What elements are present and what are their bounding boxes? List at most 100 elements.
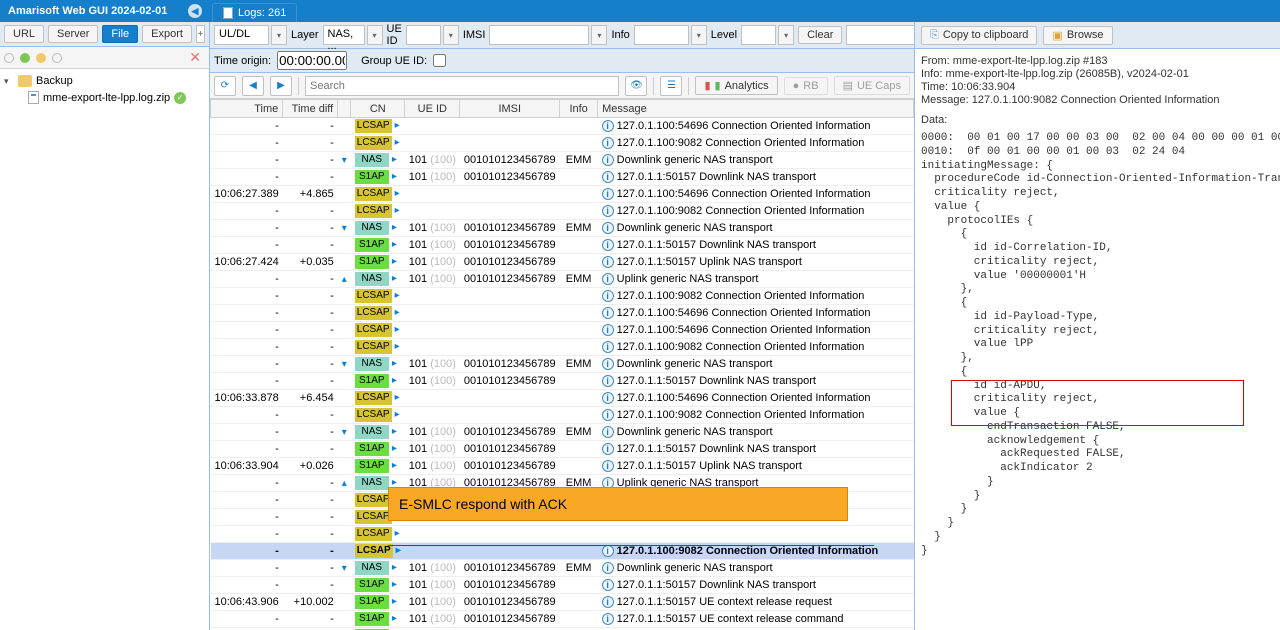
info-icon: i	[602, 307, 614, 319]
table-row[interactable]: 10:06:33.878+6.454LCSAP ▸i127.0.1.100:54…	[211, 390, 914, 407]
chevron-down-icon: ▾	[691, 25, 707, 45]
info-icon: i	[602, 375, 614, 387]
browse-button[interactable]: ▣ Browse	[1043, 26, 1112, 45]
next-icon[interactable]: ▶	[270, 76, 292, 96]
rb-button[interactable]: ● RB	[784, 77, 828, 95]
table-row[interactable]: --S1AP ▸101 (100)001010123456789i127.0.1…	[211, 373, 914, 390]
file-icon	[223, 7, 233, 19]
status-dot-icon	[4, 53, 14, 63]
table-row[interactable]: --S1AP ▸101 (100)001010123456789i127.0.1…	[211, 169, 914, 186]
table-row[interactable]: --LCSAP ▸i127.0.1.100:9082 Connection Or…	[211, 135, 914, 152]
tree-backup-node[interactable]: ▾ Backup	[2, 73, 207, 89]
chevron-right-icon: ▸	[392, 239, 397, 250]
chevron-right-icon: ▸	[392, 613, 397, 624]
info-icon: i	[602, 392, 614, 404]
col-info[interactable]: Info	[560, 100, 598, 118]
table-row[interactable]: --LCSAP ▸i127.0.1.100:54696 Connection O…	[211, 305, 914, 322]
chevron-right-icon: ▸	[395, 341, 400, 352]
col-time[interactable]: Time	[211, 100, 283, 118]
preset-combo[interactable]: ▾	[846, 25, 915, 45]
info-icon: i	[602, 171, 614, 183]
info-icon: i	[602, 426, 614, 438]
col-dir[interactable]	[338, 100, 351, 118]
menu-icon[interactable]: ☰	[660, 76, 682, 96]
log-panel: UL/DL▾ Layer NAS, ...▾ UE ID ▾ IMSI ▾ In…	[210, 22, 915, 630]
table-row[interactable]: --▾NAS ▸101 (100)001010123456789EMMiDown…	[211, 560, 914, 577]
add-small-icon[interactable]: +	[196, 25, 205, 43]
col-timediff[interactable]: Time diff	[283, 100, 338, 118]
gray-dot-icon	[52, 53, 62, 63]
chevron-right-icon: ▸	[392, 596, 397, 607]
clear-button[interactable]: Clear	[798, 26, 842, 44]
url-button[interactable]: URL	[4, 25, 44, 43]
time-origin-input[interactable]	[277, 51, 347, 70]
search-input[interactable]	[305, 76, 619, 96]
table-row[interactable]: --LCSAP ▸i127.0.1.100:9082 Connection Or…	[211, 407, 914, 424]
info-icon: i	[602, 120, 614, 132]
table-row[interactable]: --▾NAS ▸101 (100)001010123456789EMMiDown…	[211, 152, 914, 169]
binoculars-icon[interactable]: 👁	[625, 76, 647, 96]
table-row[interactable]: --LCSAP ▸i127.0.1.100:54696 Connection O…	[211, 322, 914, 339]
table-row[interactable]: --S1AP ▸101 (100)001010123456789i127.0.1…	[211, 237, 914, 254]
table-row[interactable]: 10:06:33.904+0.026S1AP ▸101 (100)0010101…	[211, 458, 914, 475]
info-combo[interactable]: ▾	[634, 25, 707, 45]
refresh-icon[interactable]: ⟳	[214, 76, 236, 96]
sidebar: URL Server File Export + ✕ ▾ Backup	[0, 22, 210, 630]
level-combo[interactable]: ▾	[741, 25, 794, 45]
chevron-right-icon: ▸	[392, 460, 397, 471]
uldl-combo[interactable]: UL/DL▾	[214, 25, 287, 45]
check-icon: ✓	[174, 92, 186, 104]
level-label: Level	[711, 29, 737, 41]
table-row[interactable]: 10:06:43.906+10.002S1AP ▸101 (100)001010…	[211, 594, 914, 611]
table-row[interactable]: --S1AP ▸101 (100)001010123456789i127.0.1…	[211, 611, 914, 628]
uecaps-button[interactable]: ▤ UE Caps	[834, 76, 910, 95]
table-row[interactable]: --LCSAP ▸i127.0.1.100:9082 Connection Or…	[211, 203, 914, 220]
table-row[interactable]: --▾NAS ▸101 (100)001010123456789EMMiDown…	[211, 220, 914, 237]
close-icon[interactable]: ✕	[185, 49, 205, 66]
table-row[interactable]: --LCSAP ▸i127.0.1.100:54696 Connection O…	[211, 118, 914, 135]
file-button[interactable]: File	[102, 25, 138, 43]
analytics-button[interactable]: ▮▮ Analytics	[695, 76, 777, 95]
group-ueid-checkbox[interactable]	[433, 54, 446, 67]
folder-icon: ▣	[1052, 29, 1062, 42]
layer-combo[interactable]: NAS, ...▾	[323, 25, 383, 45]
table-row[interactable]: 10:06:27.424+0.035S1AP ▸101 (100)0010101…	[211, 254, 914, 271]
copy-button[interactable]: ⎘ Copy to clipboard	[921, 26, 1037, 45]
prev-icon[interactable]: ◀	[242, 76, 264, 96]
circle-icon: ●	[793, 80, 800, 92]
col-ueid[interactable]: UE ID	[405, 100, 460, 118]
export-button[interactable]: Export	[142, 25, 192, 43]
imsi-combo[interactable]: ▾	[489, 25, 607, 45]
table-row[interactable]: --S1AP ▸101 (100)001010123456789i127.0.1…	[211, 577, 914, 594]
direction-icon: ▾	[342, 427, 347, 438]
table-row[interactable]: --LCSAP ▸i127.0.1.100:9082 Connection Or…	[211, 288, 914, 305]
detail-toolbar: ⎘ Copy to clipboard ▣ Browse	[915, 22, 1280, 49]
info-icon: i	[602, 596, 614, 608]
chevron-right-icon: ▸	[392, 273, 397, 284]
table-row[interactable]: --▾NAS ▸101 (100)001010123456789EMMiDown…	[211, 424, 914, 441]
table-row[interactable]: 10:06:27.389+4.865LCSAP ▸i127.0.1.100:54…	[211, 186, 914, 203]
table-row[interactable]: --▴NAS ▸101 (100)001010123456789EMMiUpli…	[211, 271, 914, 288]
info-icon: i	[602, 324, 614, 336]
app-title: Amarisoft Web GUI 2024-02-01	[8, 5, 167, 17]
ueid-label: UE ID	[387, 23, 402, 47]
chevron-down-icon: ▾	[367, 25, 383, 45]
table-row[interactable]: --LCSAP ▸	[211, 526, 914, 543]
table-row[interactable]: --S1AP ▸101 (100)001010123456789i127.0.1…	[211, 441, 914, 458]
backup-label: Backup	[36, 75, 73, 87]
tree-file-node[interactable]: mme-export-lte-lpp.log.zip ✓	[2, 89, 207, 106]
tab-logs[interactable]: Logs: 261	[212, 3, 297, 22]
top-header: Amarisoft Web GUI 2024-02-01 ◀ Logs: 261	[0, 0, 1280, 22]
separator	[688, 77, 689, 95]
ueid-combo[interactable]: ▾	[406, 25, 459, 45]
chevron-right-icon: ▸	[392, 171, 397, 182]
collapse-sidebar-icon[interactable]: ◀	[188, 4, 202, 18]
table-row[interactable]: --LCSAP ▸i127.0.1.100:9082 Connection Or…	[211, 543, 914, 560]
col-cn[interactable]: CN	[351, 100, 405, 118]
table-row[interactable]: --▾NAS ▸101 (100)001010123456789EMMiDown…	[211, 356, 914, 373]
col-imsi[interactable]: IMSI	[460, 100, 560, 118]
server-button[interactable]: Server	[48, 25, 98, 43]
table-row[interactable]: --LCSAP ▸i127.0.1.100:9082 Connection Or…	[211, 339, 914, 356]
col-message[interactable]: Message	[598, 100, 914, 118]
collapse-arrow-icon[interactable]: ▾	[4, 76, 14, 87]
